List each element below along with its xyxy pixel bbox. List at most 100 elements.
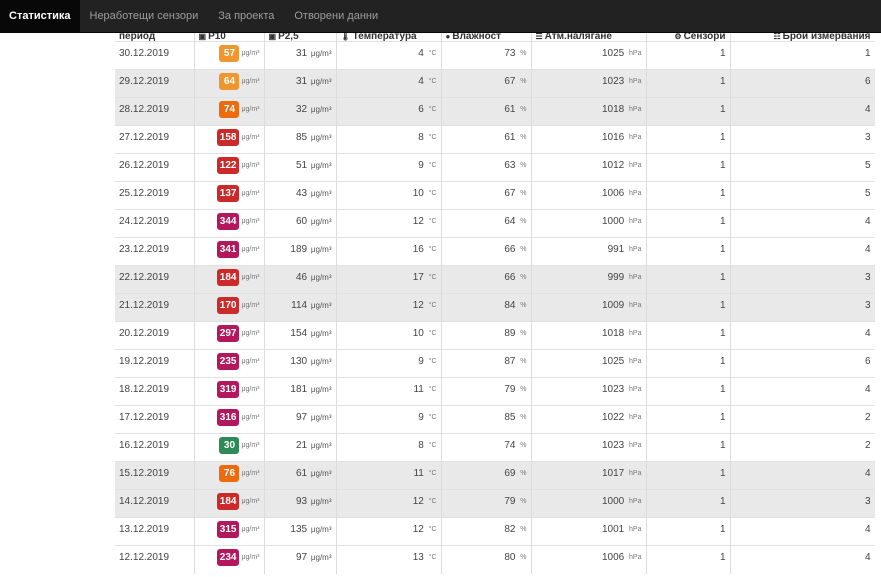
cell-measurements: 4	[730, 237, 875, 266]
unit-label: μg/m³	[310, 525, 332, 534]
unit-label: μg/m³	[310, 189, 332, 198]
cell-measurements: 4	[730, 209, 875, 238]
unit-label: %	[520, 245, 527, 253]
cell-temperature: 10 °C	[336, 321, 442, 350]
nav-open-data[interactable]: Отворени данни	[284, 0, 388, 32]
cell-temperature: 4 °C	[336, 69, 442, 98]
cell-date: 16.12.2019	[115, 433, 195, 462]
nav-about[interactable]: За проекта	[208, 0, 284, 32]
cell-pressure: 1006 hPa	[531, 181, 647, 210]
unit-label: °C	[428, 553, 437, 561]
cell-sensors: 1	[646, 293, 731, 322]
unit-label: hPa	[629, 329, 642, 337]
cell-humidity: 69 %	[441, 461, 532, 490]
cell-humidity: 87 %	[441, 349, 532, 378]
table-row: 12.12.2019 234 μg/m³ 97 μg/m³ 13 °C 80 % 1006 …	[115, 545, 875, 574]
cell-humidity: 74 %	[441, 433, 532, 462]
header-sensors[interactable]: ⚙ Сензори	[646, 33, 731, 42]
cell-sensors: 1	[646, 69, 731, 98]
header-p10[interactable]: ▣ P10	[194, 33, 265, 42]
unit-label: %	[520, 469, 527, 477]
cell-pressure: 1023 hPa	[531, 433, 647, 462]
cell-p25: 97 μg/m³	[264, 405, 337, 434]
header-p25[interactable]: ▣ P2,5	[264, 33, 337, 42]
cell-measurements: 5	[730, 181, 875, 210]
cell-humidity: 85 %	[441, 405, 532, 434]
header-humidity[interactable]: ● Влажност	[441, 33, 532, 42]
cell-measurements: 6	[730, 349, 875, 378]
cell-date: 13.12.2019	[115, 517, 195, 546]
droplet-icon: ●	[445, 33, 451, 41]
table-row: 27.12.2019 158 μg/m³ 85 μg/m³ 8 °C 61 % 1016 h…	[115, 125, 875, 154]
unit-label: μg/m³	[310, 49, 332, 58]
cell-p25: 97 μg/m³	[264, 545, 337, 574]
table-body: 30.12.2019 57 μg/m³ 31 μg/m³ 4 °C 73 % 1025 hP…	[115, 41, 875, 574]
table-row: 26.12.2019 122 μg/m³ 51 μg/m³ 9 °C 63 % 1012 h…	[115, 153, 875, 182]
cell-humidity: 82 %	[441, 517, 532, 546]
cell-p10: 64 μg/m³	[194, 69, 265, 98]
unit-label: hPa	[629, 357, 642, 365]
cell-pressure: 1017 hPa	[531, 461, 647, 490]
unit-label: hPa	[629, 189, 642, 197]
cell-sensors: 1	[646, 405, 731, 434]
unit-label: hPa	[629, 77, 642, 85]
unit-label: μg/m³	[241, 162, 260, 169]
cell-date: 12.12.2019	[115, 545, 195, 574]
table-row: 16.12.2019 30 μg/m³ 21 μg/m³ 8 °C 74 % 1023 hP…	[115, 433, 875, 462]
cell-humidity: 79 %	[441, 489, 532, 518]
cell-date: 28.12.2019	[115, 97, 195, 126]
unit-label: μg/m³	[241, 358, 260, 365]
cell-measurements: 1	[730, 41, 875, 70]
cell-humidity: 89 %	[441, 321, 532, 350]
cell-measurements: 4	[730, 377, 875, 406]
unit-label: %	[520, 161, 527, 169]
cell-temperature: 12 °C	[336, 293, 442, 322]
cell-sensors: 1	[646, 377, 731, 406]
cell-date: 14.12.2019	[115, 489, 195, 518]
cell-pressure: 1025 hPa	[531, 349, 647, 378]
cell-humidity: 67 %	[441, 181, 532, 210]
unit-label: %	[520, 385, 527, 393]
cell-p25: 130 μg/m³	[264, 349, 337, 378]
cell-temperature: 11 °C	[336, 377, 442, 406]
cell-date: 26.12.2019	[115, 153, 195, 182]
cog-icon: ⚙	[674, 33, 682, 41]
table-row: 13.12.2019 315 μg/m³ 135 μg/m³ 12 °C 82 % 1001…	[115, 517, 875, 546]
cell-p10: 74 μg/m³	[194, 97, 265, 126]
unit-label: μg/m³	[241, 302, 260, 309]
gauge-icon: ☰	[535, 33, 543, 41]
unit-label: °C	[428, 301, 437, 309]
cell-temperature: 8 °C	[336, 125, 442, 154]
header-measurements[interactable]: ☷ Брой измервания	[730, 33, 875, 42]
cell-date: 29.12.2019	[115, 69, 195, 98]
cell-p10: 57 μg/m³	[194, 41, 265, 70]
cell-humidity: 61 %	[441, 97, 532, 126]
cell-measurements: 3	[730, 265, 875, 294]
unit-label: μg/m³	[241, 246, 260, 253]
unit-label: °C	[428, 525, 437, 533]
header-period[interactable]: период	[115, 33, 195, 42]
cell-p10: 184 μg/m³	[194, 489, 265, 518]
unit-label: hPa	[629, 497, 642, 505]
cell-sensors: 1	[646, 517, 731, 546]
cell-date: 30.12.2019	[115, 41, 195, 70]
unit-label: %	[520, 273, 527, 281]
unit-label: °C	[428, 385, 437, 393]
unit-label: °C	[428, 273, 437, 281]
unit-label: °C	[428, 49, 437, 57]
unit-label: μg/m³	[310, 413, 332, 422]
header-temperature[interactable]: 🌡 Температура	[336, 33, 442, 42]
p10-badge: 122	[216, 157, 240, 174]
cell-p10: 235 μg/m³	[194, 349, 265, 378]
header-pressure[interactable]: ☰ Атм.налягане	[531, 33, 647, 42]
cell-date: 22.12.2019	[115, 265, 195, 294]
cell-p10: 184 μg/m³	[194, 265, 265, 294]
cell-sensors: 1	[646, 349, 731, 378]
cell-p25: 51 μg/m³	[264, 153, 337, 182]
cell-sensors: 1	[646, 209, 731, 238]
cell-p25: 60 μg/m³	[264, 209, 337, 238]
nav-offline-sensors[interactable]: Неработещи сензори	[80, 0, 209, 32]
nav-statistics[interactable]: Статистика	[0, 0, 80, 32]
unit-label: hPa	[629, 413, 642, 421]
cell-p25: 46 μg/m³	[264, 265, 337, 294]
